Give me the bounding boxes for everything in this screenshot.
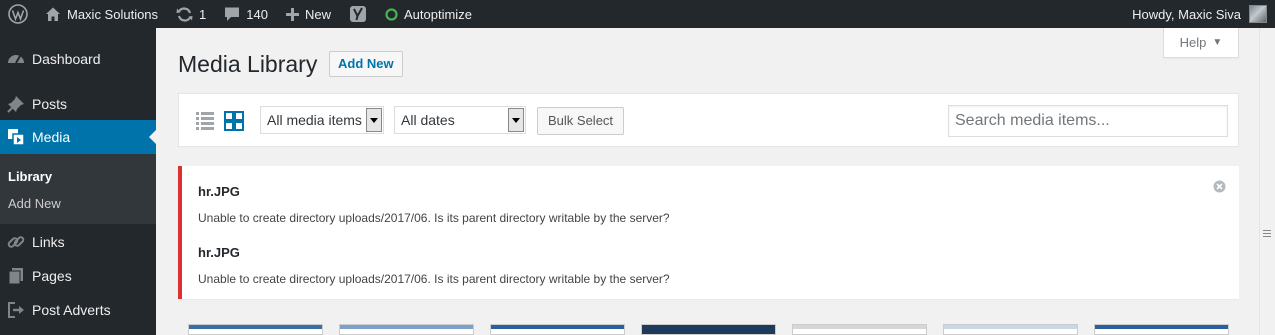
list-view-icon[interactable] <box>195 111 215 134</box>
comments-count: 140 <box>246 6 268 22</box>
error-message: Unable to create directory uploads/2017/… <box>198 272 670 286</box>
site-name-menu[interactable]: Maxic Solutions <box>36 0 167 28</box>
yoast-icon <box>350 6 366 22</box>
new-label: New <box>304 6 331 22</box>
attachment-thumbnail[interactable] <box>490 324 625 335</box>
dropdown-arrow-icon <box>366 108 382 132</box>
autoptimize-menu[interactable]: Autoptimize <box>376 0 481 28</box>
pin-icon <box>0 95 32 113</box>
submenu-item-add-new[interactable]: Add New <box>8 196 61 211</box>
my-account-menu[interactable]: Howdy, Maxic Siva <box>1132 0 1275 28</box>
submenu-item-library[interactable]: Library <box>8 169 52 184</box>
menu-item-dashboard[interactable]: Dashboard <box>0 46 156 72</box>
media-type-filter-value: All media items <box>267 112 362 128</box>
attachment-thumbnail[interactable] <box>792 324 927 335</box>
upload-error-notice: hr.JPG Unable to create directory upload… <box>178 166 1239 299</box>
yoast-seo-menu[interactable] <box>340 0 376 28</box>
menu-item-label: Pages <box>32 268 72 284</box>
admin-bar: Maxic Solutions 1 140 New Autoptimize Ho… <box>0 0 1275 28</box>
admin-menu: Dashboard Posts Media Library Add New Li… <box>0 28 157 335</box>
menu-item-label: Media <box>32 129 71 145</box>
exit-icon <box>0 301 32 319</box>
wordpress-icon <box>8 4 28 24</box>
new-content-menu[interactable]: New <box>277 0 340 28</box>
date-filter-value: All dates <box>401 112 455 128</box>
date-filter[interactable]: All dates <box>394 106 526 134</box>
attachment-thumbnail[interactable] <box>1094 324 1229 335</box>
media-submenu: Library Add New <box>0 154 156 224</box>
updates-count: 1 <box>199 6 207 22</box>
updates-menu[interactable]: 1 <box>167 0 215 28</box>
dropdown-arrow-icon <box>508 108 524 132</box>
link-icon <box>0 233 32 251</box>
menu-item-label: Posts <box>32 96 68 112</box>
menu-item-links[interactable]: Links <box>0 229 156 255</box>
help-label: Help <box>1179 35 1207 50</box>
attachment-thumbnail[interactable] <box>339 324 474 335</box>
menu-item-media[interactable]: Media <box>0 120 157 154</box>
avatar <box>1249 5 1267 23</box>
media-type-filter[interactable]: All media items <box>260 106 384 134</box>
bulk-select-button[interactable]: Bulk Select <box>537 107 625 135</box>
menu-item-label: Links <box>32 234 65 250</box>
current-menu-arrow <box>149 129 157 145</box>
scrollbar-grip-icon <box>1263 230 1271 239</box>
menu-item-posts[interactable]: Posts <box>0 91 156 117</box>
pages-icon <box>0 267 32 285</box>
dismiss-icon[interactable] <box>1213 180 1226 196</box>
attachment-thumbnail[interactable] <box>943 324 1078 335</box>
site-name: Maxic Solutions <box>67 6 159 22</box>
attachment-thumbnail[interactable] <box>641 324 776 335</box>
wordpress-logo-menu[interactable] <box>0 0 36 28</box>
menu-item-label: Post Adverts <box>32 302 111 318</box>
page-scrollbar[interactable] <box>1259 28 1275 335</box>
menu-item-label: Dashboard <box>32 51 101 67</box>
media-toolbar: All media items All dates Bulk Select <box>178 93 1239 147</box>
plus-icon <box>285 7 299 21</box>
comment-icon <box>225 7 240 21</box>
search-input[interactable] <box>948 105 1228 137</box>
grid-view-icon[interactable] <box>224 111 244 134</box>
comments-menu[interactable]: 140 <box>215 0 277 28</box>
media-icon <box>0 128 32 146</box>
error-file-name: hr.JPG <box>198 245 240 260</box>
attachment-thumbnail[interactable] <box>188 324 323 335</box>
menu-item-post-adverts[interactable]: Post Adverts <box>0 297 156 323</box>
menu-item-pages[interactable]: Pages <box>0 263 156 289</box>
dashboard-icon <box>0 49 32 69</box>
caret-down-icon: ▼ <box>1212 37 1223 48</box>
help-tab-button[interactable]: Help ▼ <box>1163 28 1239 58</box>
add-new-button[interactable]: Add New <box>329 51 403 77</box>
status-circle-icon <box>385 7 398 21</box>
error-message: Unable to create directory uploads/2017/… <box>198 211 670 225</box>
page-title: Media Library <box>178 51 318 77</box>
greeting-text: Howdy, Maxic Siva <box>1132 6 1241 22</box>
home-icon <box>46 7 60 21</box>
autoptimize-label: Autoptimize <box>404 6 472 22</box>
error-file-name: hr.JPG <box>198 184 240 199</box>
updates-icon <box>176 6 193 22</box>
